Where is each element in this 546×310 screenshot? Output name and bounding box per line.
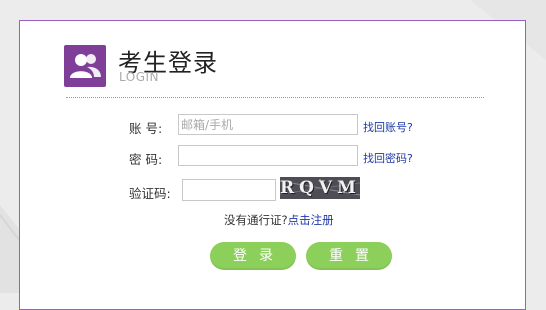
- captcha-input[interactable]: [182, 179, 276, 201]
- password-input[interactable]: [178, 145, 358, 166]
- password-label: 密 码:: [129, 152, 163, 167]
- users-icon: [64, 45, 106, 87]
- register-line: 没有通行证?点击注册: [224, 212, 334, 228]
- recover-account-link[interactable]: 找回账号?: [363, 119, 413, 135]
- register-link[interactable]: 点击注册: [288, 213, 334, 227]
- login-button[interactable]: 登录: [210, 242, 296, 270]
- captcha-image[interactable]: RQVM: [280, 177, 360, 199]
- account-input[interactable]: [178, 114, 358, 135]
- account-label: 账 号:: [129, 121, 163, 136]
- header-divider: [66, 97, 484, 98]
- recover-password-link[interactable]: 找回密码?: [363, 150, 413, 166]
- register-prompt: 没有通行证?: [224, 213, 288, 227]
- captcha-label: 验证码:: [129, 186, 171, 201]
- captcha-text: RQVM: [280, 178, 360, 198]
- reset-button[interactable]: 重置: [306, 242, 392, 270]
- page-subtitle: LOGIN: [119, 70, 160, 84]
